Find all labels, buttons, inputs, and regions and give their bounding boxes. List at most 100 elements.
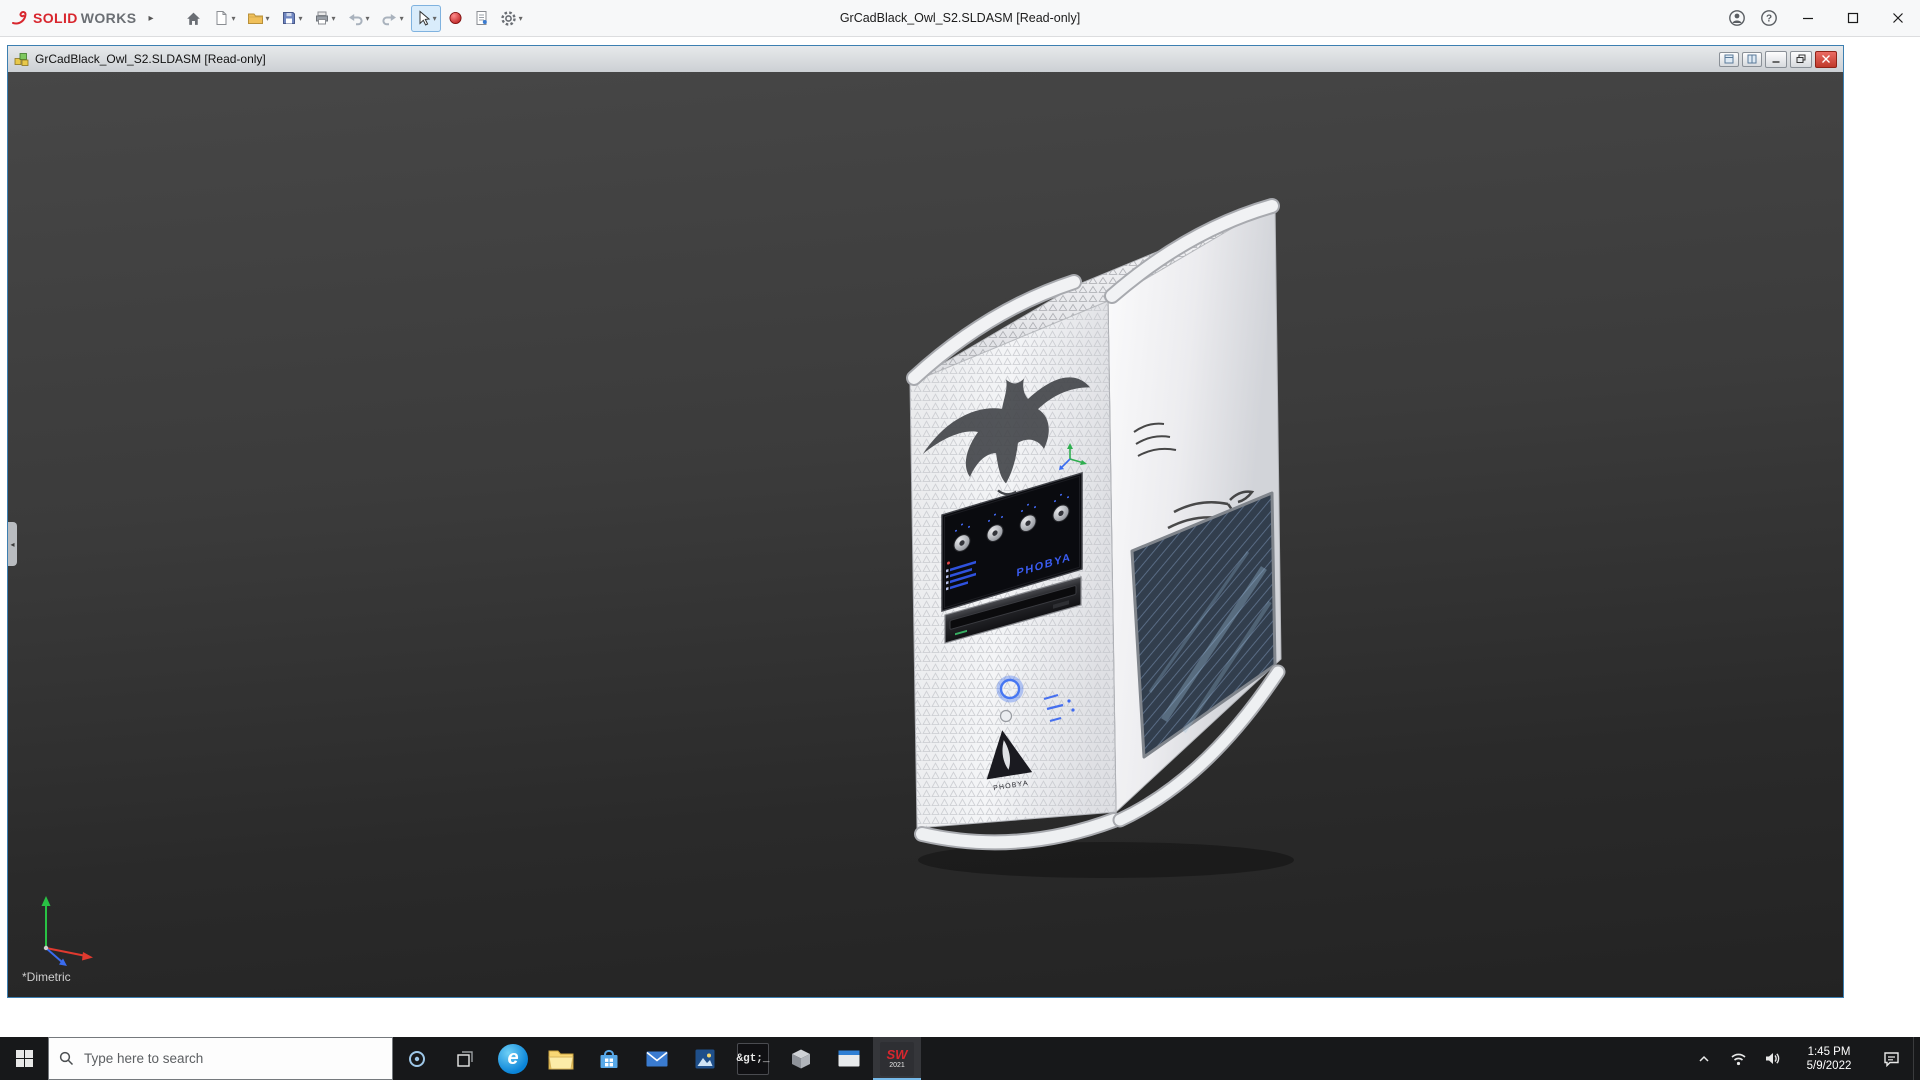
taskbar-app-command-prompt[interactable]: &gt;_ xyxy=(729,1037,777,1080)
options-gear-icon xyxy=(500,10,517,27)
select-dropdown[interactable]: ▾ xyxy=(433,14,437,23)
select-cursor-icon xyxy=(415,10,431,26)
child-extra-button-2[interactable] xyxy=(1742,52,1762,67)
taskbar-app-remote-desktop[interactable] xyxy=(825,1037,873,1080)
speaker-icon xyxy=(1764,1051,1781,1066)
redo-dropdown[interactable]: ▾ xyxy=(400,14,404,23)
minimize-icon xyxy=(1802,12,1814,24)
taskbar-app-edrawings[interactable] xyxy=(777,1037,825,1080)
cortana-button[interactable] xyxy=(393,1037,441,1080)
print-icon xyxy=(314,10,330,26)
document-title: GrCadBlack_Owl_S2.SLDASM [Read-only] xyxy=(35,52,266,66)
file-properties-button[interactable] xyxy=(470,5,493,32)
account-button[interactable] xyxy=(1721,0,1753,36)
edge-icon: e xyxy=(498,1044,528,1074)
options-dropdown[interactable]: ▾ xyxy=(519,14,523,23)
volume-button[interactable] xyxy=(1755,1037,1789,1080)
taskbar-app-file-explorer[interactable] xyxy=(537,1037,585,1080)
window-title: GrCadBlack_Owl_S2.SLDASM [Read-only] xyxy=(840,11,1080,25)
workspace: GrCadBlack_Owl_S2.SLDASM [Read-only] xyxy=(0,36,1920,1037)
file-properties-icon xyxy=(474,10,489,26)
titlebar-right-controls: ? xyxy=(1721,0,1920,36)
select-tool-button[interactable]: ▾ xyxy=(411,5,441,32)
task-view-icon xyxy=(456,1049,475,1068)
clock-date: 5/9/2022 xyxy=(1807,1059,1852,1073)
account-icon xyxy=(1728,9,1746,27)
app-titlebar: SOLIDWORKS ▸ ▾ ▾ ▾ ▾ ▾ ▾ xyxy=(0,0,1920,37)
undo-dropdown[interactable]: ▾ xyxy=(366,14,370,23)
taskbar-clock[interactable]: 1:45 PM 5/9/2022 xyxy=(1789,1037,1869,1080)
svg-text:?: ? xyxy=(1766,14,1772,25)
taskbar-app-edge[interactable]: e xyxy=(489,1037,537,1080)
view-name-label: *Dimetric xyxy=(22,970,71,984)
show-desktop-button[interactable] xyxy=(1913,1037,1920,1080)
system-tray: 1:45 PM 5/9/2022 xyxy=(1687,1037,1920,1080)
document-restore-button[interactable] xyxy=(1790,51,1812,68)
viewport-canvas[interactable]: PHOBYA xyxy=(8,72,1843,997)
document-minimize-button[interactable] xyxy=(1765,51,1787,68)
brand-works: WORKS xyxy=(81,10,137,26)
save-icon xyxy=(281,10,297,26)
document-titlebar[interactable]: GrCadBlack_Owl_S2.SLDASM [Read-only] xyxy=(8,46,1843,73)
model-3d-pc-case[interactable]: PHOBYA xyxy=(868,132,1298,882)
network-button[interactable] xyxy=(1721,1037,1755,1080)
window-pane-icon xyxy=(1747,54,1757,64)
view-orientation-triad[interactable] xyxy=(32,890,102,968)
home-icon xyxy=(185,10,202,27)
close-icon xyxy=(1892,12,1904,24)
mail-icon xyxy=(645,1049,669,1069)
rebuild-icon xyxy=(448,10,463,26)
minimize-icon xyxy=(1771,54,1781,64)
minimize-button[interactable] xyxy=(1785,0,1830,36)
save-dropdown[interactable]: ▾ xyxy=(299,14,303,23)
clock-time: 1:45 PM xyxy=(1808,1045,1851,1059)
new-document-button[interactable]: ▾ xyxy=(209,5,239,32)
undo-button[interactable]: ▾ xyxy=(343,5,374,32)
tray-overflow-button[interactable] xyxy=(1687,1037,1721,1080)
open-button[interactable]: ▾ xyxy=(243,5,274,32)
options-button[interactable]: ▾ xyxy=(496,5,527,32)
case-front-panel: PHOBYA xyxy=(910,301,1116,828)
new-document-icon xyxy=(213,10,229,26)
rebuild-button[interactable] xyxy=(444,5,467,32)
assembly-document-icon xyxy=(14,52,29,67)
microsoft-store-icon xyxy=(597,1047,621,1071)
open-folder-icon xyxy=(247,10,264,26)
ds-logo-icon xyxy=(10,8,30,28)
task-view-button[interactable] xyxy=(441,1037,489,1080)
command-prompt-icon: &gt;_ xyxy=(737,1043,769,1075)
new-document-dropdown[interactable]: ▾ xyxy=(231,14,235,23)
open-dropdown[interactable]: ▾ xyxy=(266,14,270,23)
start-button[interactable] xyxy=(0,1037,48,1080)
maximize-button[interactable] xyxy=(1830,0,1875,36)
app-window-icon xyxy=(837,1049,861,1069)
child-extra-button-1[interactable] xyxy=(1719,52,1739,67)
brand-solid: SOLID xyxy=(33,10,78,26)
search-icon xyxy=(59,1051,74,1066)
document-window: GrCadBlack_Owl_S2.SLDASM [Read-only] xyxy=(7,45,1844,998)
home-button[interactable] xyxy=(181,5,206,32)
search-input[interactable] xyxy=(82,1050,382,1067)
redo-button[interactable]: ▾ xyxy=(377,5,408,32)
taskbar-app-photos[interactable] xyxy=(681,1037,729,1080)
document-close-button[interactable] xyxy=(1815,51,1837,68)
quick-access-toolbar: ▾ ▾ ▾ ▾ ▾ ▾ ▾ xyxy=(181,5,526,32)
feature-tree-collapse-tab[interactable]: ◂ xyxy=(8,522,17,566)
print-button[interactable]: ▾ xyxy=(310,5,340,32)
restore-icon xyxy=(1796,54,1806,64)
save-button[interactable]: ▾ xyxy=(277,5,307,32)
taskbar-app-mail[interactable] xyxy=(633,1037,681,1080)
photos-icon xyxy=(693,1047,717,1071)
file-explorer-icon xyxy=(548,1048,574,1070)
taskbar-search[interactable] xyxy=(48,1037,393,1080)
close-button[interactable] xyxy=(1875,0,1920,36)
case-side-panel xyxy=(1108,203,1281,812)
taskbar-app-solidworks[interactable]: SW 2021 xyxy=(873,1037,921,1080)
print-dropdown[interactable]: ▾ xyxy=(332,14,336,23)
window-pane-icon xyxy=(1724,54,1734,64)
help-icon: ? xyxy=(1760,9,1778,27)
action-center-button[interactable] xyxy=(1869,1037,1913,1080)
menu-expand-arrow[interactable]: ▸ xyxy=(142,13,159,24)
help-button[interactable]: ? xyxy=(1753,0,1785,36)
taskbar-app-store[interactable] xyxy=(585,1037,633,1080)
